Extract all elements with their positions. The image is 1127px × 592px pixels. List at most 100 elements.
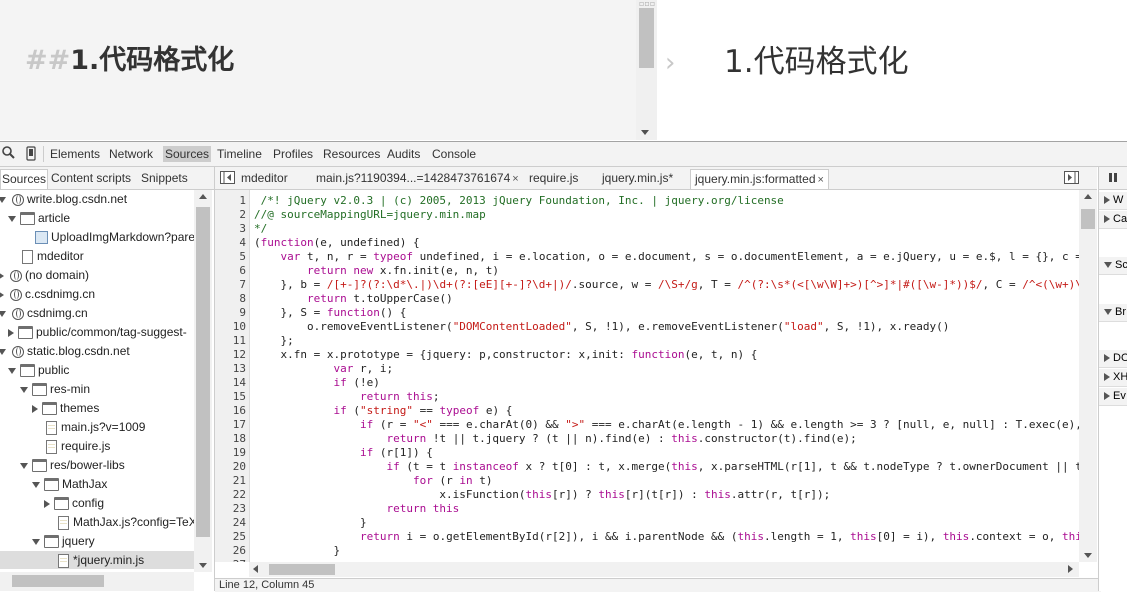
code-line[interactable]: }, S = function() { xyxy=(254,306,406,320)
close-tab-icon[interactable]: × xyxy=(818,174,824,186)
tab-resources[interactable]: Resources xyxy=(323,147,380,161)
line-number[interactable]: 3 xyxy=(215,222,246,236)
scroll-right-arrow-icon[interactable] xyxy=(1068,565,1073,573)
tree-item-folder[interactable]: res-min xyxy=(20,380,90,398)
code-line[interactable]: }, b = /[+-]?(?:\d*\.|)\d+(?:[eE][+-]?\d… xyxy=(254,278,1079,292)
scrollbar-thumb[interactable] xyxy=(196,207,210,537)
collapse-arrow-icon[interactable] xyxy=(0,271,4,280)
chevron-right-icon[interactable]: › xyxy=(665,48,675,78)
tab-network[interactable]: Network xyxy=(109,147,153,161)
pause-icon[interactable] xyxy=(1109,173,1117,182)
expand-arrow-icon[interactable] xyxy=(8,215,16,222)
source-pane-scrollbar[interactable]: ▫▫▫ xyxy=(636,0,657,140)
code-line[interactable]: if (!e) xyxy=(254,376,379,390)
scroll-left-arrow-icon[interactable] xyxy=(253,565,258,573)
collapse-arrow-icon[interactable] xyxy=(0,290,4,299)
tree-item-folder[interactable]: MathJax xyxy=(32,475,107,493)
sidebar-section-xhr-breakpoints[interactable]: XH xyxy=(1099,369,1127,387)
editor-horizontal-scrollbar[interactable] xyxy=(249,562,1079,577)
tree-item-folder[interactable]: jquery xyxy=(32,532,95,550)
scroll-down-arrow-icon[interactable] xyxy=(641,130,649,135)
sidebar-section-dom-breakpoints[interactable]: DO xyxy=(1099,350,1127,368)
tree-item-folder[interactable]: config xyxy=(44,494,104,512)
line-number[interactable]: 9 xyxy=(215,306,246,320)
line-number[interactable]: 6 xyxy=(215,264,246,278)
code-line[interactable]: var r, i; xyxy=(254,362,393,376)
line-number[interactable]: 25 xyxy=(215,530,246,544)
line-number[interactable]: 14 xyxy=(215,376,246,390)
line-number[interactable]: 11 xyxy=(215,334,246,348)
sidebar-section-event-listeners[interactable]: Ev xyxy=(1099,388,1127,406)
file-tab-mdeditor[interactable]: mdeditor xyxy=(241,171,288,185)
sidebar-section-call-stack[interactable]: Ca xyxy=(1099,211,1127,229)
tab-timeline[interactable]: Timeline xyxy=(217,147,262,161)
sidebar-section-breakpoints[interactable]: Br xyxy=(1099,304,1127,322)
code-line[interactable]: if ("string" == typeof e) { xyxy=(254,404,512,418)
tree-item-file[interactable]: mdeditor xyxy=(20,247,84,265)
code-line[interactable]: var t, n, r = typeof undefined, i = e.lo… xyxy=(254,250,1080,264)
code-line[interactable]: x.isFunction(this[r]) ? this[r](t[r]) : … xyxy=(254,488,830,502)
expand-arrow-icon[interactable] xyxy=(0,310,6,317)
tree-item-file[interactable]: UploadImgMarkdown?parentId xyxy=(32,228,194,246)
line-number[interactable]: 22 xyxy=(215,488,246,502)
tab-profiles[interactable]: Profiles xyxy=(273,147,313,161)
scroll-up-arrow-icon[interactable] xyxy=(199,194,207,199)
tree-item-file[interactable]: require.js xyxy=(44,437,110,455)
code-line[interactable]: //@ sourceMappingURL=jquery.min.map xyxy=(254,208,486,222)
search-icon[interactable] xyxy=(2,146,15,160)
sidebar-section-scope[interactable]: Sc xyxy=(1099,257,1127,275)
expand-arrow-icon[interactable] xyxy=(32,538,40,545)
line-number[interactable]: 2 xyxy=(215,208,246,222)
code-line[interactable]: return !t || t.jquery ? (t || n).find(e)… xyxy=(254,432,856,446)
line-number[interactable]: 5 xyxy=(215,250,246,264)
tree-item-domain[interactable]: (no domain) xyxy=(0,266,89,284)
line-number[interactable]: 19 xyxy=(215,446,246,460)
scroll-up-arrow-icon[interactable] xyxy=(1084,194,1092,199)
file-tab-require-js[interactable]: require.js xyxy=(529,171,578,185)
navigator-horizontal-scrollbar[interactable] xyxy=(0,572,194,591)
line-number[interactable]: 4 xyxy=(215,236,246,250)
tab-console[interactable]: Console xyxy=(432,147,476,161)
line-number[interactable]: 15 xyxy=(215,390,246,404)
tab-sources-nav[interactable]: Sources xyxy=(0,169,49,189)
code-view[interactable]: 1 2 3 4 5 6 7 8 9 10 11 12 13 14 15 16 1… xyxy=(215,190,1079,562)
line-number[interactable]: 16 xyxy=(215,404,246,418)
code-line[interactable]: (function(e, undefined) { xyxy=(254,236,420,250)
line-number[interactable]: 12 xyxy=(215,348,246,362)
expand-arrow-icon[interactable] xyxy=(8,367,16,374)
file-tab-main-js[interactable]: main.js?1190394...=1428473761674 × xyxy=(316,171,519,185)
line-number[interactable]: 21 xyxy=(215,474,246,488)
close-tab-icon[interactable]: × xyxy=(512,173,518,185)
markdown-source-pane[interactable]: ##1.代码格式化 xyxy=(0,0,636,140)
code-line[interactable]: /*! jQuery v2.0.3 | (c) 2005, 2013 jQuer… xyxy=(254,194,784,208)
line-number[interactable]: 20 xyxy=(215,460,246,474)
code-line[interactable]: if (r = "<" === e.charAt(0) && ">" === e… xyxy=(254,418,1079,432)
collapse-arrow-icon[interactable] xyxy=(8,328,14,337)
code-line[interactable]: } xyxy=(254,544,340,558)
toggle-navigator-icon[interactable] xyxy=(220,171,235,184)
tree-item-file[interactable]: MathJax.js?config=TeX- xyxy=(56,513,194,531)
scrollbar-thumb[interactable] xyxy=(1081,209,1095,229)
expand-arrow-icon[interactable] xyxy=(0,348,6,355)
code-line[interactable]: return new x.fn.init(e, n, t) xyxy=(254,264,499,278)
navigator-vertical-scrollbar[interactable] xyxy=(194,190,212,572)
tree-item-folder[interactable]: res/bower-libs xyxy=(20,456,125,474)
code-line[interactable]: x.fn = x.prototype = {jquery: p,construc… xyxy=(254,348,757,362)
code-line[interactable]: } xyxy=(254,516,367,530)
tree-item-folder[interactable]: public xyxy=(8,361,69,379)
expand-arrow-icon[interactable] xyxy=(32,481,40,488)
scrollbar-thumb[interactable] xyxy=(12,575,104,587)
tree-item-domain[interactable]: c.csdnimg.cn xyxy=(0,285,95,303)
line-number[interactable]: 27 xyxy=(215,558,246,562)
tree-item-folder[interactable]: article xyxy=(8,209,70,227)
line-number[interactable]: 10 xyxy=(215,320,246,334)
code-line[interactable]: return this; xyxy=(254,390,439,404)
line-number[interactable]: 8 xyxy=(215,292,246,306)
line-number[interactable]: 13 xyxy=(215,362,246,376)
tree-item-domain[interactable]: static.blog.csdn.net xyxy=(0,342,130,360)
code-line[interactable]: */ xyxy=(254,222,267,236)
line-number[interactable]: 7 xyxy=(215,278,246,292)
code-line[interactable]: }; xyxy=(254,334,293,348)
tab-content-scripts[interactable]: Content scripts xyxy=(51,171,131,185)
file-tab-jquery-formatted[interactable]: jquery.min.js:formatted × xyxy=(690,169,829,189)
